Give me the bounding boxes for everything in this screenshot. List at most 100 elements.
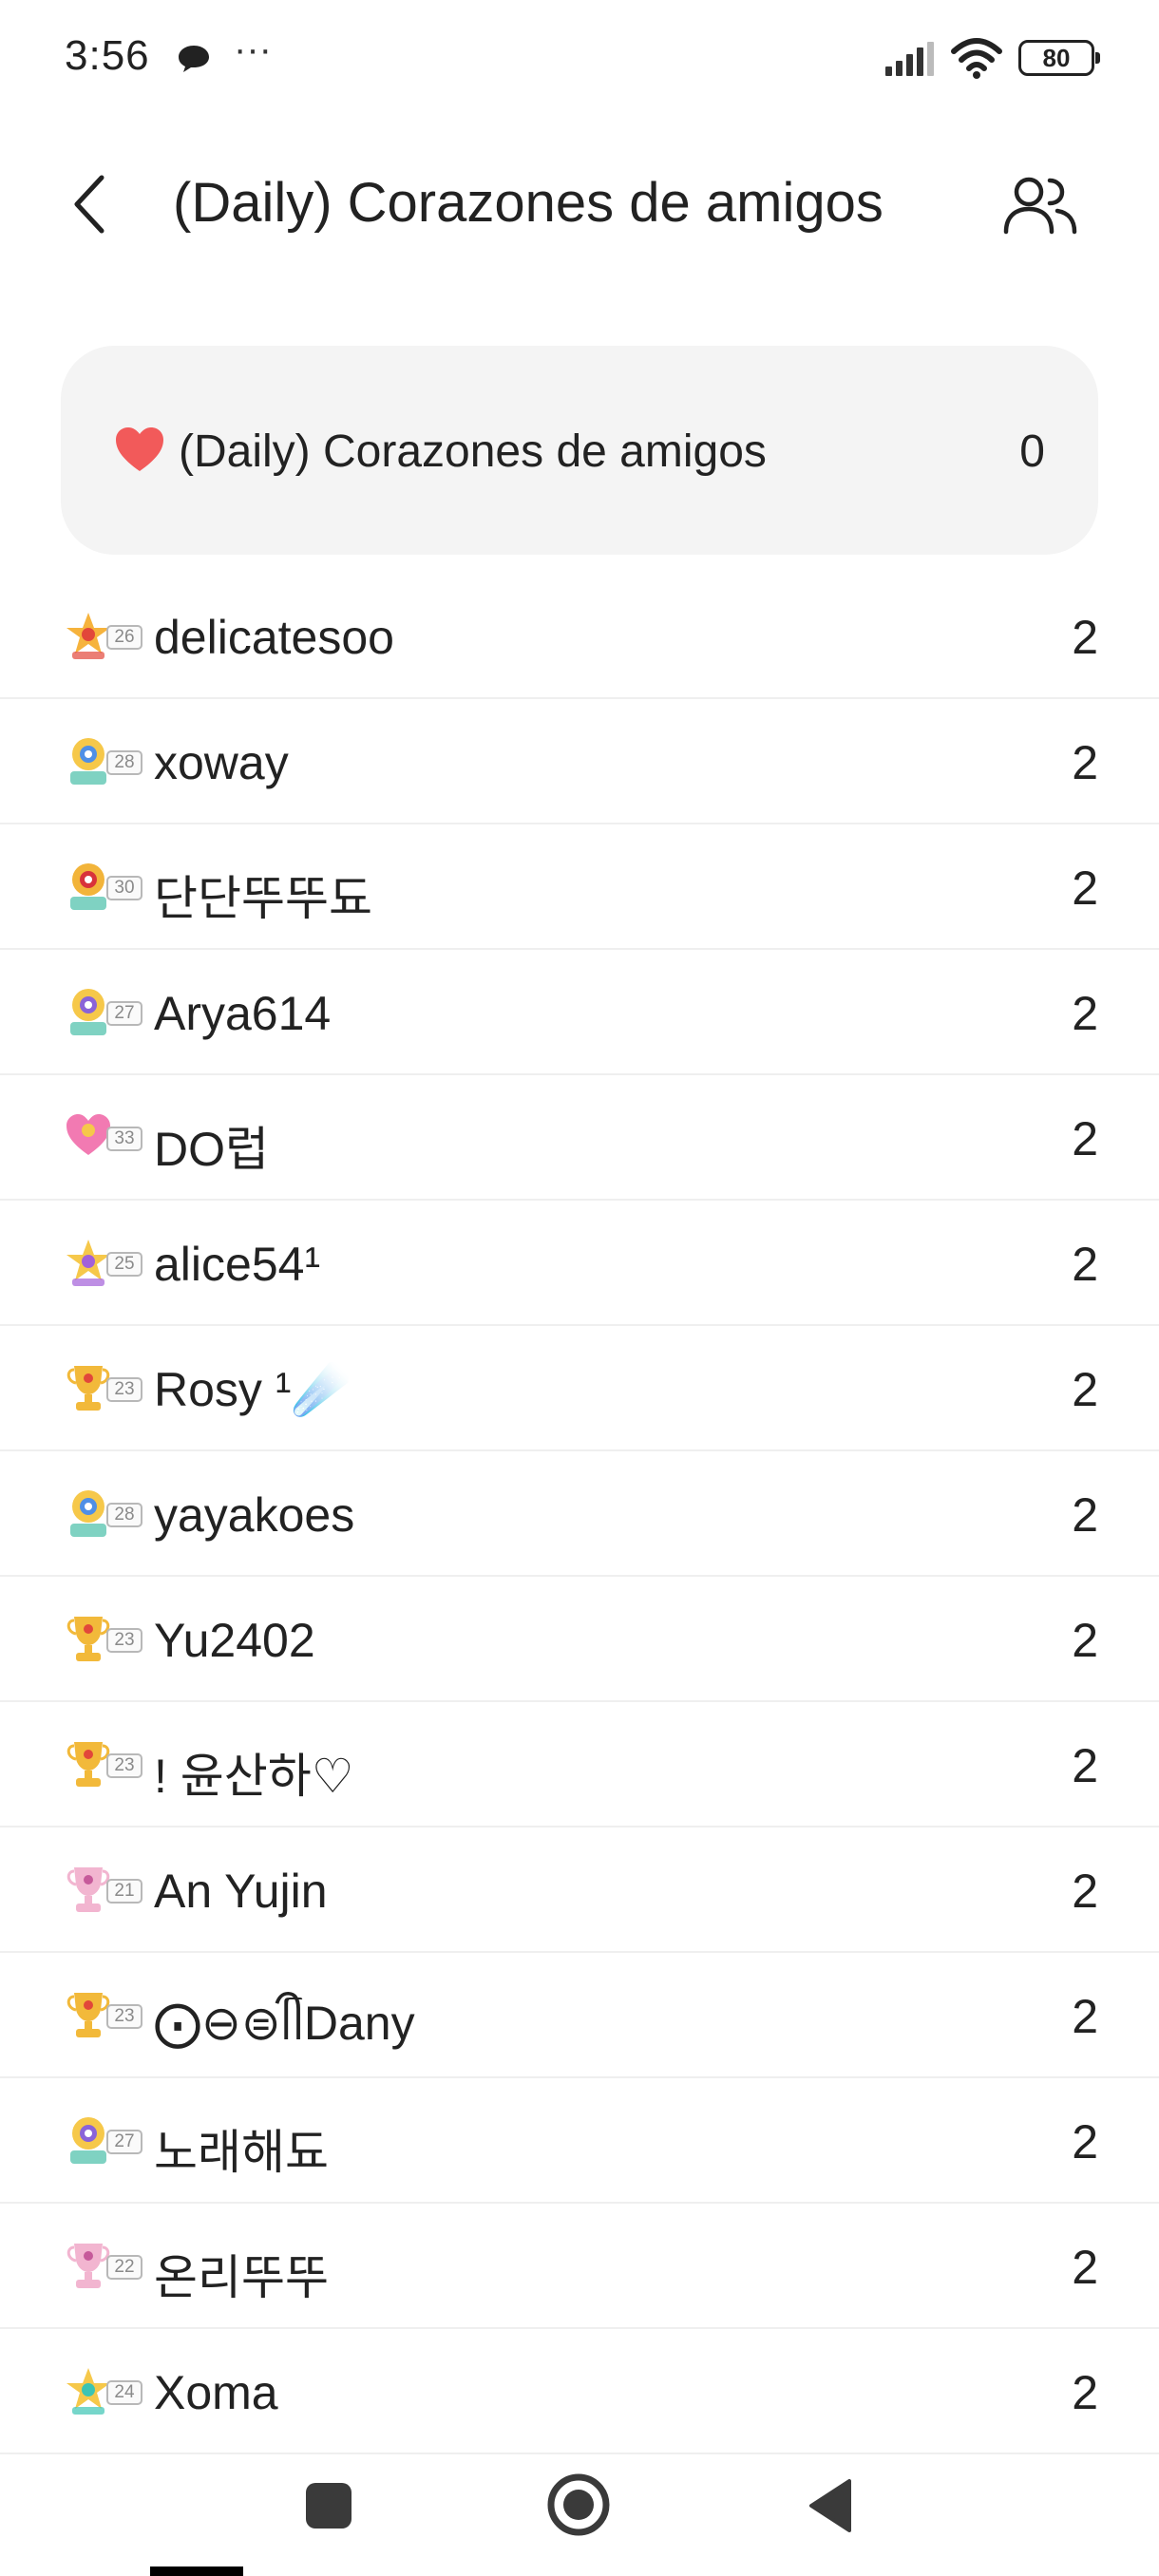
friend-name: 온리뚜뚜 [154, 2251, 329, 2304]
level-number: 30 [106, 876, 142, 900]
medal-icon [66, 1366, 110, 1411]
friend-heart-count: 2 [1072, 2366, 1098, 2419]
friend-heart-count: 2 [1072, 862, 1098, 915]
friend-name: DO럽 [154, 1123, 269, 1176]
friend-name: 노래해됴 [154, 2126, 329, 2179]
friend-row[interactable]: 23 ! 윤산하♡ 2 [0, 1702, 1159, 1828]
friend-row[interactable]: 24 Xoma 2 [0, 2329, 1159, 2454]
page-title: (Daily) Corazones de amigos [173, 172, 884, 234]
friend-row[interactable]: 25 alice54¹ 2 [0, 1201, 1159, 1326]
medal-icon [70, 1490, 106, 1537]
medal-icon [70, 738, 106, 785]
friend-name: delicatesoo [154, 611, 394, 664]
system-nav-bar [0, 2451, 1159, 2576]
summary-count: 0 [1019, 426, 1045, 477]
chevron-left-icon [74, 175, 104, 234]
signal-icon [885, 42, 934, 76]
level-badge: 28 [65, 1487, 144, 1539]
friend-heart-count: 2 [1072, 1865, 1098, 1918]
medal-icon [66, 1742, 110, 1787]
level-number: 22 [106, 2255, 142, 2280]
friends-list: 26 delicatesoo 2 28 xoway 2 30 단단뚜뚜됴 2 27 Arya614 2… [0, 574, 1159, 2454]
friend-heart-count: 2 [1072, 1363, 1098, 1416]
header: (Daily) Corazones de amigos [0, 142, 1159, 266]
friend-row[interactable]: 30 단단뚜뚜됴 2 [0, 824, 1159, 950]
friend-row[interactable]: 26 delicatesoo 2 [0, 574, 1159, 699]
level-badge: 23 [65, 1613, 144, 1664]
friend-heart-count: 2 [1072, 1488, 1098, 1542]
friend-heart-count: 2 [1072, 1739, 1098, 1792]
summary-label: (Daily) Corazones de amigos [179, 426, 767, 477]
friend-name: ! 윤산하♡ [154, 1750, 354, 1803]
friend-row[interactable]: 23 ⨀⊖⊜ᥬᩤDany 2 [0, 1953, 1159, 2078]
nav-indicator [150, 2567, 243, 2576]
level-badge: 23 [65, 1362, 144, 1413]
friend-name: Xoma [154, 2366, 278, 2419]
level-badge: 26 [65, 610, 144, 661]
medal-icon [66, 2368, 110, 2415]
medal-icon [66, 1617, 110, 1661]
friend-row[interactable]: 23 Yu2402 2 [0, 1577, 1159, 1702]
heart-icon [116, 427, 163, 471]
level-badge: 22 [65, 2240, 144, 2291]
friend-name: Rosy ¹☄️ [154, 1363, 351, 1416]
summary-card: (Daily) Corazones de amigos 0 [61, 346, 1098, 555]
chat-bubble-icon [179, 46, 209, 72]
medal-icon [66, 1867, 110, 1912]
friend-heart-count: 2 [1072, 987, 1098, 1040]
medal-icon [66, 2244, 110, 2288]
level-number: 24 [106, 2380, 142, 2405]
friend-row[interactable]: 28 yayakoes 2 [0, 1451, 1159, 1577]
level-number: 28 [106, 1503, 142, 1527]
friend-name: Arya614 [154, 987, 332, 1040]
friend-row[interactable]: 33 DO럽 2 [0, 1075, 1159, 1201]
friend-name: ⨀⊖⊜ᥬᩤDany [154, 1997, 415, 2050]
status-more-dots: ··· [234, 28, 272, 70]
friend-name: yayakoes [154, 1488, 355, 1542]
friend-heart-count: 2 [1072, 2115, 1098, 2169]
level-badge: 27 [65, 986, 144, 1037]
recent-apps-button[interactable] [306, 2483, 352, 2529]
friend-row[interactable]: 21 An Yujin 2 [0, 1828, 1159, 1953]
friend-heart-count: 2 [1072, 1990, 1098, 2043]
level-badge: 23 [65, 1738, 144, 1790]
friend-heart-count: 2 [1072, 736, 1098, 789]
friend-row[interactable]: 27 Arya614 2 [0, 950, 1159, 1075]
friend-row[interactable]: 28 xoway 2 [0, 699, 1159, 824]
friend-row[interactable]: 27 노래해됴 2 [0, 2078, 1159, 2204]
level-number: 21 [106, 1879, 142, 1904]
friend-name: Yu2402 [154, 1614, 315, 1667]
friend-heart-count: 2 [1072, 1614, 1098, 1667]
status-bar: 3:56 ··· 80 [0, 0, 1159, 114]
friend-heart-count: 2 [1072, 1112, 1098, 1165]
level-number: 23 [106, 2004, 142, 2029]
friend-row[interactable]: 22 온리뚜뚜 2 [0, 2204, 1159, 2329]
friend-name: xoway [154, 736, 289, 789]
friends-button[interactable] [998, 167, 1083, 243]
friend-heart-count: 2 [1072, 2241, 1098, 2294]
level-badge: 33 [65, 1111, 144, 1163]
status-time: 3:56 [65, 32, 150, 79]
level-number: 27 [106, 2130, 142, 2154]
medal-icon [66, 1240, 110, 1286]
level-badge: 25 [65, 1237, 144, 1288]
friend-heart-count: 2 [1072, 1238, 1098, 1291]
level-number: 26 [106, 625, 142, 650]
friend-name: alice54¹ [154, 1238, 321, 1291]
friend-name: 단단뚜뚜됴 [154, 872, 372, 925]
medal-icon [66, 613, 110, 659]
level-number: 23 [106, 1753, 142, 1778]
medal-icon [70, 989, 106, 1035]
medal-icon [70, 863, 106, 910]
level-badge: 28 [65, 735, 144, 786]
nav-back-button[interactable] [806, 2477, 853, 2534]
friend-name: An Yujin [154, 1865, 328, 1918]
level-number: 23 [106, 1377, 142, 1402]
level-number: 23 [106, 1628, 142, 1653]
home-button[interactable] [545, 2472, 612, 2538]
friend-row[interactable]: 23 Rosy ¹☄️ 2 [0, 1326, 1159, 1451]
back-button[interactable] [57, 171, 124, 237]
level-badge: 23 [65, 1989, 144, 2040]
medal-icon [70, 2117, 106, 2164]
medal-icon [66, 1993, 110, 2037]
